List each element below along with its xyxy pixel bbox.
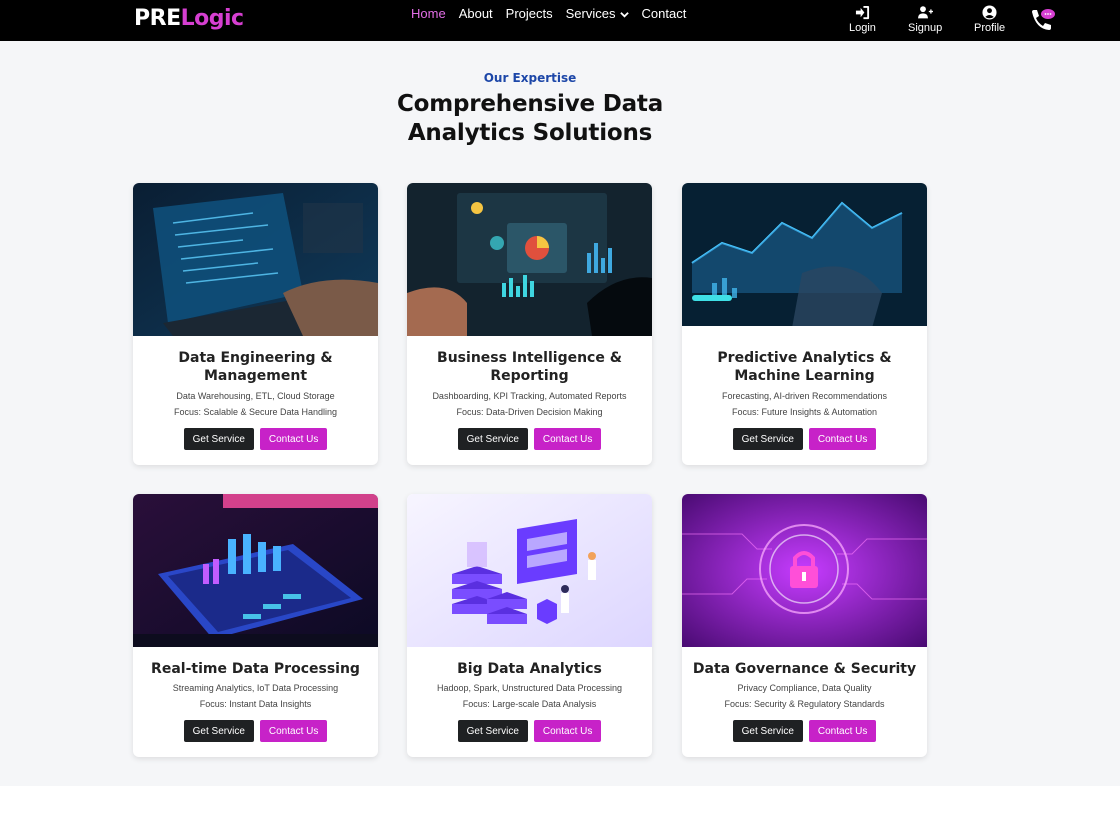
- data-engineering-image: [133, 183, 378, 336]
- card-title: Business Intelligence & Reporting: [437, 350, 622, 384]
- card-body: Predictive Analytics & Machine Learning …: [682, 349, 927, 450]
- data-governance-image: [682, 494, 927, 647]
- nav-home[interactable]: Home: [411, 6, 446, 22]
- get-service-button[interactable]: Get Service: [457, 428, 528, 450]
- get-service-button[interactable]: Get Service: [457, 720, 528, 742]
- card-focus: Focus: Scalable & Secure Data Handling: [173, 407, 338, 417]
- contact-us-button[interactable]: Contact Us: [533, 428, 602, 450]
- card-services: Data Warehousing, ETL, Cloud Storage: [176, 391, 335, 401]
- card-buttons: Get Service Contact Us: [141, 720, 370, 742]
- card-services: Forecasting, AI-driven Recommendations: [721, 391, 888, 401]
- contact-us-button[interactable]: Contact Us: [808, 720, 877, 742]
- brand-logo-logic: Logic: [180, 6, 244, 31]
- card-services: Dashboarding, KPI Tracking, Automated Re…: [432, 391, 627, 401]
- login-label: Login: [849, 22, 876, 34]
- card-title: Data Governance & Security: [692, 661, 917, 677]
- signup-button[interactable]: Signup: [908, 5, 942, 34]
- card-title: Data Engineering & Management: [178, 350, 333, 384]
- brand-logo[interactable]: PRELogic: [134, 5, 244, 33]
- card-body: Big Data Analytics Hadoop, Spark, Unstru…: [407, 660, 652, 742]
- get-service-button[interactable]: Get Service: [183, 720, 254, 742]
- login-icon: [855, 5, 870, 20]
- section-title: Comprehensive Data Analytics Solutions: [396, 91, 664, 146]
- big-data-image: [407, 494, 652, 647]
- business-intelligence-image: [407, 183, 652, 336]
- chevron-down-icon: [619, 11, 629, 18]
- get-service-button[interactable]: Get Service: [183, 428, 254, 450]
- profile-label: Profile: [974, 22, 1006, 34]
- phone-chat-icon[interactable]: [1028, 6, 1056, 34]
- main-nav: Home About Projects Services Contact: [411, 6, 686, 22]
- get-service-button[interactable]: Get Service: [732, 720, 803, 742]
- card-buttons: Get Service Contact Us: [690, 720, 919, 742]
- contact-us-button[interactable]: Contact Us: [808, 428, 877, 450]
- card-body: Data Engineering & Management Data Wareh…: [133, 349, 378, 450]
- card-buttons: Get Service Contact Us: [141, 428, 370, 450]
- card-title: Big Data Analytics: [457, 661, 602, 677]
- card-services: Privacy Compliance, Data Quality: [737, 683, 872, 693]
- card-services: Streaming Analytics, IoT Data Processing: [172, 683, 339, 693]
- card-focus: Focus: Large-scale Data Analysis: [462, 699, 597, 709]
- brand-logo-pre: PRE: [134, 6, 181, 31]
- user-circle-icon: [982, 5, 997, 20]
- card-focus: Focus: Future Insights & Automation: [731, 407, 878, 417]
- navbar: PRELogic Home About Projects Services Co…: [0, 0, 1120, 41]
- card-focus: Focus: Instant Data Insights: [199, 699, 312, 709]
- realtime-processing-image: [133, 494, 378, 647]
- nav-about[interactable]: About: [459, 6, 493, 22]
- profile-button[interactable]: Profile: [974, 5, 1005, 34]
- service-card-realtime-processing: Real-time Data Processing Streaming Anal…: [133, 494, 378, 757]
- signup-label: Signup: [908, 22, 943, 34]
- service-card-data-governance: Data Governance & Security Privacy Compl…: [682, 494, 927, 757]
- service-card-predictive-analytics: Predictive Analytics & Machine Learning …: [682, 183, 927, 465]
- service-card-data-engineering: Data Engineering & Management Data Wareh…: [133, 183, 378, 465]
- card-body: Real-time Data Processing Streaming Anal…: [133, 660, 378, 742]
- service-card-big-data: Big Data Analytics Hadoop, Spark, Unstru…: [407, 494, 652, 757]
- card-focus: Focus: Security & Regulatory Standards: [724, 699, 885, 709]
- card-buttons: Get Service Contact Us: [690, 428, 919, 450]
- nav-contact[interactable]: Contact: [642, 6, 687, 22]
- expertise-section: Our Expertise Comprehensive Data Analyti…: [0, 41, 1120, 786]
- card-services: Hadoop, Spark, Unstructured Data Process…: [436, 683, 623, 693]
- card-body: Data Governance & Security Privacy Compl…: [682, 660, 927, 742]
- section-subtitle: Our Expertise: [483, 71, 577, 85]
- predictive-analytics-image: [682, 183, 927, 336]
- login-button[interactable]: Login: [849, 5, 876, 34]
- card-buttons: Get Service Contact Us: [415, 720, 644, 742]
- nav-projects[interactable]: Projects: [506, 6, 553, 22]
- contact-us-button[interactable]: Contact Us: [259, 428, 328, 450]
- card-title: Real-time Data Processing: [151, 661, 360, 677]
- get-service-button[interactable]: Get Service: [732, 428, 803, 450]
- nav-services[interactable]: Services: [566, 6, 629, 22]
- card-buttons: Get Service Contact Us: [415, 428, 644, 450]
- card-focus: Focus: Data-Driven Decision Making: [456, 407, 603, 417]
- nav-services-label: Services: [565, 6, 616, 21]
- user-plus-icon: [917, 6, 933, 19]
- service-card-business-intelligence: Business Intelligence & Reporting Dashbo…: [407, 183, 652, 465]
- contact-us-button[interactable]: Contact Us: [259, 720, 328, 742]
- card-title: Predictive Analytics & Machine Learning: [717, 350, 892, 384]
- contact-us-button[interactable]: Contact Us: [533, 720, 602, 742]
- card-body: Business Intelligence & Reporting Dashbo…: [407, 349, 652, 450]
